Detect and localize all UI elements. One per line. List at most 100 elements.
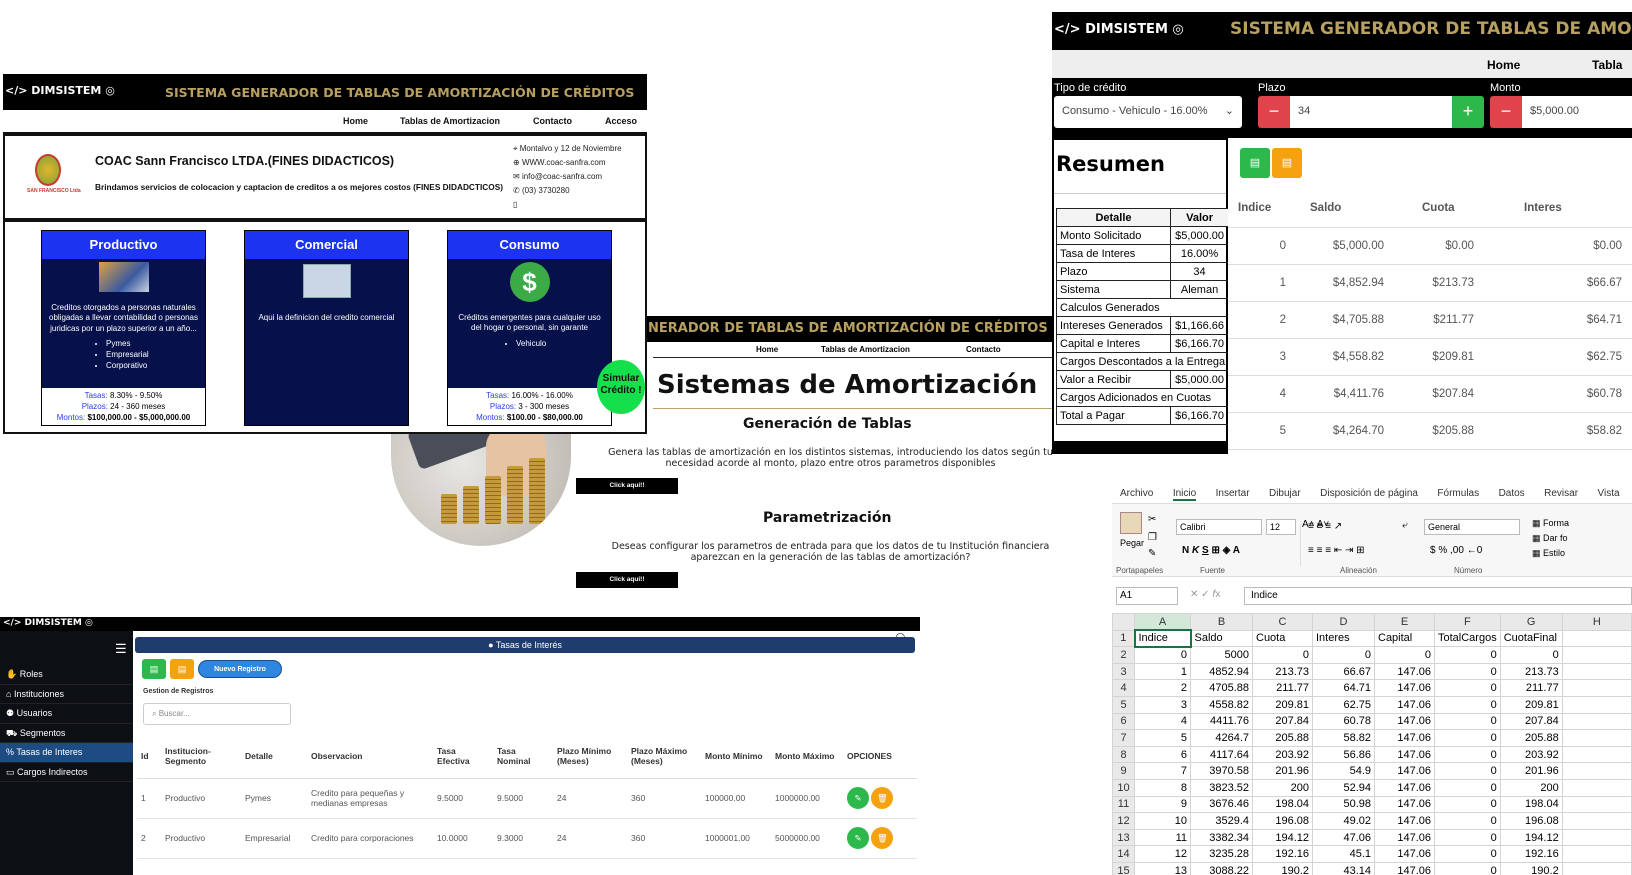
sheet-cell[interactable] <box>1561 762 1632 780</box>
sheet-cell[interactable]: 43.14 <box>1312 861 1375 875</box>
sheet-cell[interactable] <box>1561 828 1632 847</box>
sidebar-item-usuarios[interactable]: ⚉ Usuarios <box>0 704 133 724</box>
row-number[interactable]: 11 <box>1112 795 1135 814</box>
sheet-cell[interactable]: 0 <box>1434 795 1501 814</box>
sheet-cell[interactable]: 209.81 <box>1252 695 1313 714</box>
trash-icon[interactable]: 🗑 <box>871 787 894 809</box>
sheet-cell[interactable]: 62.75 <box>1312 695 1375 714</box>
row-number[interactable]: 10 <box>1112 778 1135 797</box>
sheet-cell[interactable]: 45.1 <box>1312 845 1375 863</box>
excel-export-button[interactable]: ▤ <box>1240 148 1270 178</box>
nav-home[interactable]: Home <box>343 116 368 126</box>
sheet-cell[interactable]: 198.04 <box>1252 795 1313 814</box>
card-comercial[interactable]: Comercial Aqui la definicion del credito… <box>244 230 409 426</box>
nav-tablas[interactable]: Tablas de Amortizacion <box>400 116 500 126</box>
param-button[interactable]: Click aqui!! <box>576 572 678 588</box>
sheet-cell[interactable]: 196.08 <box>1499 812 1563 830</box>
sheet-cell[interactable] <box>1561 646 1632 664</box>
sheet-cell[interactable]: 0 <box>1434 729 1501 747</box>
sheet-cell[interactable]: 56.86 <box>1312 745 1375 764</box>
align-icons[interactable]: ≡ ≡ ≡ ⇤ ⇥ ⊞ <box>1308 545 1365 556</box>
plazo-plus-button[interactable]: + <box>1452 96 1484 128</box>
sheet-cell[interactable]: 49.02 <box>1312 812 1375 830</box>
sheet-cell[interactable]: 190.2 <box>1499 861 1563 875</box>
tab-disposicion[interactable]: Disposición de página <box>1320 488 1418 499</box>
row-number[interactable]: 2 <box>1112 646 1135 664</box>
row-number[interactable]: 15 <box>1112 861 1135 875</box>
sheet-cell[interactable]: 147.06 <box>1374 762 1435 780</box>
sheet-cell[interactable]: 0 <box>1434 662 1501 681</box>
plazo-minus-button[interactable]: − <box>1258 96 1290 128</box>
sidebar-item-cargos[interactable]: ▭ Cargos Indirectos <box>0 763 133 782</box>
format-painter-icon[interactable]: ✎ <box>1148 548 1156 559</box>
copy-icon[interactable]: ❐ <box>1148 532 1157 543</box>
row-number[interactable]: 3 <box>1112 662 1135 681</box>
sheet-cell[interactable]: 9 <box>1134 795 1191 814</box>
monto-input[interactable]: $5,000.00 <box>1522 96 1632 128</box>
sheet-cell[interactable]: 213.73 <box>1499 662 1563 681</box>
sheet-cell[interactable]: 5000 <box>1190 646 1253 664</box>
tab-datos[interactable]: Datos <box>1499 488 1525 499</box>
sheet-cell[interactable]: 194.12 <box>1499 828 1563 847</box>
sidebar-item-segmentos[interactable]: ⛟ Segmentos <box>0 724 133 743</box>
monto-minus-button[interactable]: − <box>1490 96 1522 128</box>
sheet-cell[interactable]: 4 <box>1134 712 1191 731</box>
sheet-cell[interactable]: 8 <box>1134 778 1191 797</box>
row-number[interactable]: 9 <box>1112 762 1135 780</box>
sheet-cell[interactable]: 147.06 <box>1374 778 1435 797</box>
sheet-cell[interactable]: 0 <box>1312 646 1375 664</box>
sheet-cell[interactable]: 190.2 <box>1252 861 1313 875</box>
row-number[interactable]: 13 <box>1112 828 1135 847</box>
sidebar-item-roles[interactable]: ✋ Roles <box>0 665 133 685</box>
sheet-cell[interactable]: 5 <box>1134 729 1191 747</box>
sheet-cell[interactable]: 11 <box>1134 828 1191 847</box>
sheet-cell[interactable]: 0 <box>1434 745 1501 764</box>
row-number[interactable]: 8 <box>1112 745 1135 764</box>
font-select[interactable]: Calibri <box>1176 519 1262 535</box>
row-number[interactable]: 6 <box>1112 712 1135 731</box>
simular-button[interactable]: Simular Crédito ! <box>597 360 645 414</box>
nav-tablas[interactable]: Tabla <box>1592 58 1622 72</box>
sheet-cell[interactable]: 6 <box>1134 745 1191 764</box>
sheet-cell[interactable]: 207.84 <box>1252 712 1313 731</box>
sheet-cell[interactable]: 12 <box>1134 845 1191 863</box>
sheet-cell[interactable]: 147.06 <box>1374 712 1435 731</box>
sheet-cell[interactable]: 0 <box>1434 695 1501 714</box>
tab-insertar[interactable]: Insertar <box>1216 488 1250 499</box>
sheet-cell[interactable]: 7 <box>1134 762 1191 780</box>
sheet-cell[interactable]: 0 <box>1434 845 1501 863</box>
sheet-cell[interactable]: 147.06 <box>1374 845 1435 863</box>
nav-tablas[interactable]: Tablas de Amortizacion <box>821 345 910 354</box>
sheet-cell[interactable]: 3088.22 <box>1190 861 1253 875</box>
styles-group[interactable]: ▦ Forma ▦ Dar fo ▦ Estilo <box>1532 516 1569 561</box>
sheet-cell[interactable]: 4852.94 <box>1190 662 1253 681</box>
sheet-cell[interactable]: 0 <box>1434 646 1501 664</box>
sheet-cell[interactable]: 147.06 <box>1374 745 1435 764</box>
sheet-cell[interactable]: 10 <box>1134 812 1191 830</box>
sheet-cell[interactable]: 0 <box>1434 762 1501 780</box>
sheet-cell[interactable]: 47.06 <box>1312 828 1375 847</box>
font-size-select[interactable]: 12 <box>1266 519 1296 535</box>
sheet-cell[interactable]: 3823.52 <box>1190 778 1253 797</box>
sheet-cell[interactable]: 205.88 <box>1252 729 1313 747</box>
name-box[interactable]: A1 <box>1116 587 1178 605</box>
sheet-cell[interactable]: 0 <box>1134 646 1191 664</box>
row-number[interactable]: 12 <box>1112 812 1135 830</box>
sheet-cell[interactable] <box>1561 662 1632 681</box>
sheet-cell[interactable] <box>1561 861 1632 875</box>
sheet-cell[interactable]: 3970.58 <box>1190 762 1253 780</box>
edit-icon[interactable]: ✎ <box>847 827 869 849</box>
sheet-cell[interactable]: 205.88 <box>1499 729 1563 747</box>
trash-icon[interactable]: 🗑 <box>871 827 894 849</box>
sheet-cell[interactable]: 211.77 <box>1252 679 1313 697</box>
sheet-cell[interactable] <box>1561 712 1632 731</box>
sheet-cell[interactable]: 0 <box>1434 812 1501 830</box>
sheet-cell[interactable]: 194.12 <box>1252 828 1313 847</box>
sheet-cell[interactable]: 58.82 <box>1312 729 1375 747</box>
spreadsheet[interactable]: A B C D E F G H 1 Indice Saldo Cuota Inter… <box>1112 613 1632 875</box>
plazo-input[interactable]: 34 <box>1290 96 1452 128</box>
sheet-cell[interactable]: 201.96 <box>1252 762 1313 780</box>
nav-home[interactable]: Home <box>756 345 778 354</box>
sheet-cell[interactable] <box>1561 812 1632 830</box>
sheet-cell[interactable]: 0 <box>1434 679 1501 697</box>
